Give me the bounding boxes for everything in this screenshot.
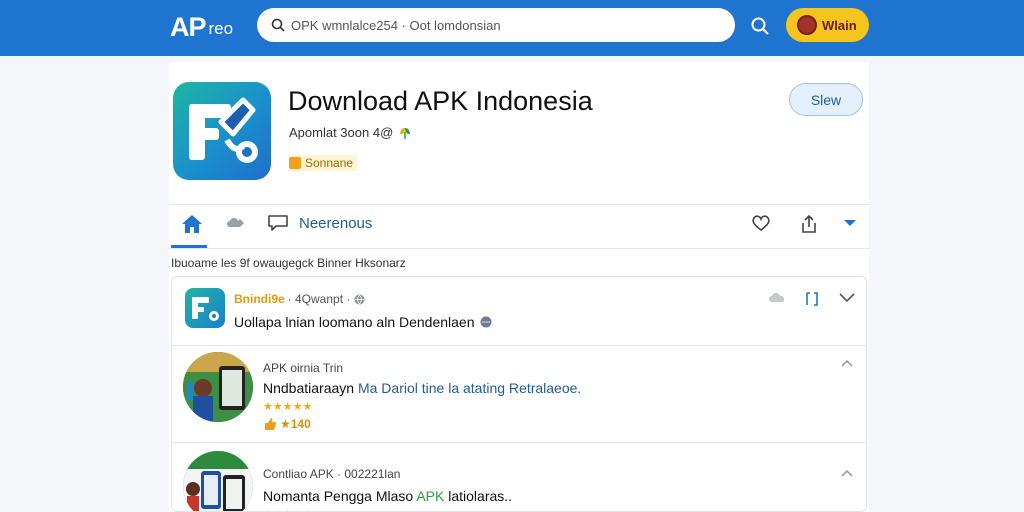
divider (169, 248, 869, 249)
item-title-main: Nndbatiaraayn (263, 380, 358, 396)
toolbar-label: Neerenous (299, 214, 373, 232)
avatar (797, 15, 817, 35)
search-button[interactable] (746, 12, 774, 40)
chevron-up-icon (841, 359, 853, 367)
post-expand-button[interactable] (838, 291, 856, 305)
post-text: Uollapa lnian loomano aln Dendenlaen (234, 314, 492, 330)
site-logo[interactable]: AP reo (170, 10, 233, 44)
favorite-button[interactable] (751, 214, 771, 232)
star-rating: ★★★★★ (263, 508, 312, 511)
post-cloud-button[interactable] (768, 291, 788, 303)
home-icon (182, 215, 202, 233)
item-thumbnail (183, 352, 253, 422)
share-icon (802, 214, 816, 233)
user-button-label: Wlain (822, 17, 857, 33)
post-row[interactable]: Bnindi9e · 4Qwanpt · Uollapa lnian looma… (172, 277, 866, 345)
item-title-rest: latiolaras.. (444, 488, 513, 504)
message-icon (268, 215, 288, 231)
item-title[interactable]: Nndbatiaraayn Ma Dariol tine la atating … (263, 380, 581, 396)
post-bookmark-button[interactable] (804, 291, 820, 307)
user-menu-button[interactable]: Wlain (786, 8, 869, 42)
developer-line: Apomlat 3oon 4@ (289, 125, 412, 140)
logo-main-text: AP (170, 11, 207, 42)
list-item[interactable]: APK oirnia Trin Nndbatiaraayn Ma Dariol … (172, 346, 866, 442)
leaf-icon (400, 127, 411, 139)
item-title-highlight[interactable]: APK (416, 488, 444, 504)
item-collapse-button[interactable] (840, 355, 854, 373)
app-logo-icon (185, 288, 225, 328)
save-button[interactable]: Slew (789, 83, 863, 116)
developer-name: Apomlat 3oon 4@ (289, 125, 394, 140)
item-title-link[interactable]: Ma Dariol tine la atating Retralaeoe. (358, 380, 581, 396)
rating-badge: ★140 (263, 417, 311, 431)
search-icon (271, 18, 285, 32)
feed-list: Bnindi9e · 4Qwanpt · Uollapa lnian looma… (171, 276, 867, 512)
thumb-up-icon (265, 418, 276, 430)
item-collapse-button[interactable] (840, 465, 854, 483)
item-title-main: Nomanta Pengga Mlaso (263, 488, 417, 504)
action-toolbar: Neerenous (169, 204, 869, 248)
chevron-down-icon (844, 220, 856, 226)
category-tag[interactable]: Sonnane (289, 155, 358, 171)
search-input[interactable] (291, 17, 711, 33)
cloud-button[interactable] (225, 214, 245, 230)
post-body: Uollapa lnian loomano aln Dendenlaen (234, 314, 475, 330)
star-rating: ★★★★★ (263, 401, 313, 413)
tag-icon (289, 157, 301, 169)
rating-value: ★140 (280, 417, 311, 431)
home-tab[interactable] (181, 214, 203, 234)
globe-icon (480, 316, 492, 328)
logo-sub-text: reo (208, 18, 234, 38)
comments-button[interactable]: Neerenous (267, 214, 372, 232)
cloud-icon (769, 293, 785, 302)
more-dropdown-button[interactable] (841, 214, 859, 232)
page-title: Download APK Indonesia (288, 86, 593, 116)
globe-icon (354, 294, 365, 304)
cloud-icon (227, 218, 244, 227)
item-subtitle: Contliao APK · 002221lan (263, 467, 401, 481)
heart-icon (752, 215, 770, 232)
search-icon (751, 17, 769, 35)
chevron-down-icon (839, 293, 855, 303)
category-tag-label: Sonnane (305, 156, 354, 170)
top-bar: AP reo Wlain (0, 0, 1024, 56)
chevron-up-icon (841, 469, 853, 477)
item-subtitle: APK oirnia Trin (263, 361, 344, 375)
bookmark-icon (806, 292, 818, 306)
post-meta: · 4Qwanpt · (287, 292, 351, 306)
section-caption: Ibuoame les 9f owaugegck Binner Hksonarz (171, 256, 406, 270)
post-author[interactable]: Bnindi9e (234, 292, 285, 306)
post-header: Bnindi9e · 4Qwanpt · (234, 292, 365, 306)
main-card: Download APK Indonesia Apomlat 3oon 4@ S… (169, 62, 869, 512)
item-thumbnail (183, 451, 253, 511)
app-logo-icon (173, 82, 271, 180)
share-button[interactable] (799, 214, 819, 234)
search-bar[interactable] (257, 8, 735, 42)
list-item[interactable]: Contliao APK · 002221lan Nomanta Pengga … (172, 443, 866, 511)
item-title[interactable]: Nomanta Pengga Mlaso APK latiolaras.. (263, 488, 512, 504)
